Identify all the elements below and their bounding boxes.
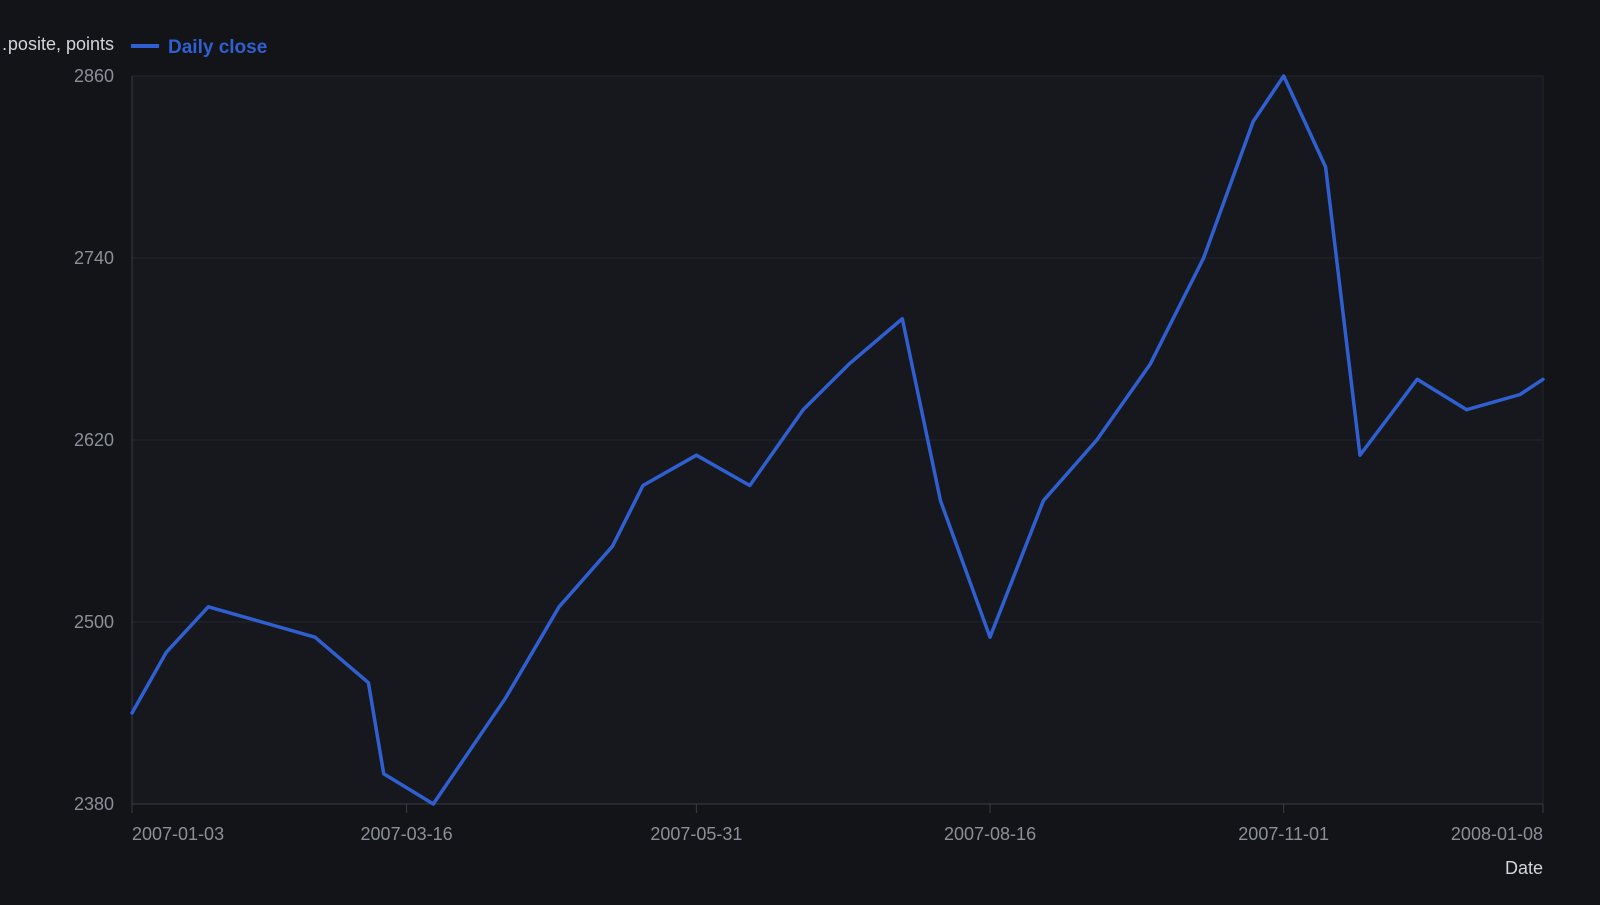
x-tick-label: 2007-03-16 (361, 824, 453, 844)
x-tick-label: 2007-01-03 (132, 824, 224, 844)
x-tick-label: 2007-08-16 (944, 824, 1036, 844)
chart-container: 2380 2500 2620 2740 2860 2007-01-03 2007-03-1… (0, 0, 1600, 900)
x-tick-label: 2007-11-01 (1238, 824, 1329, 844)
y-tick-label: 2620 (74, 430, 114, 450)
x-axis-title: Date (1505, 858, 1543, 878)
y-tick-label: 2740 (74, 248, 114, 268)
x-tick-label: 2008-01-08 (1451, 824, 1543, 844)
line-chart: 2380 2500 2620 2740 2860 2007-01-03 2007-03-1… (0, 0, 1600, 900)
y-axis-title: …posite, points (0, 34, 114, 54)
legend-label-daily-close: Daily close (168, 37, 267, 58)
y-tick-label: 2860 (74, 66, 114, 86)
y-tick-label: 2380 (74, 794, 114, 814)
x-tick-label: 2007-05-31 (650, 824, 742, 844)
y-tick-label: 2500 (74, 612, 114, 632)
